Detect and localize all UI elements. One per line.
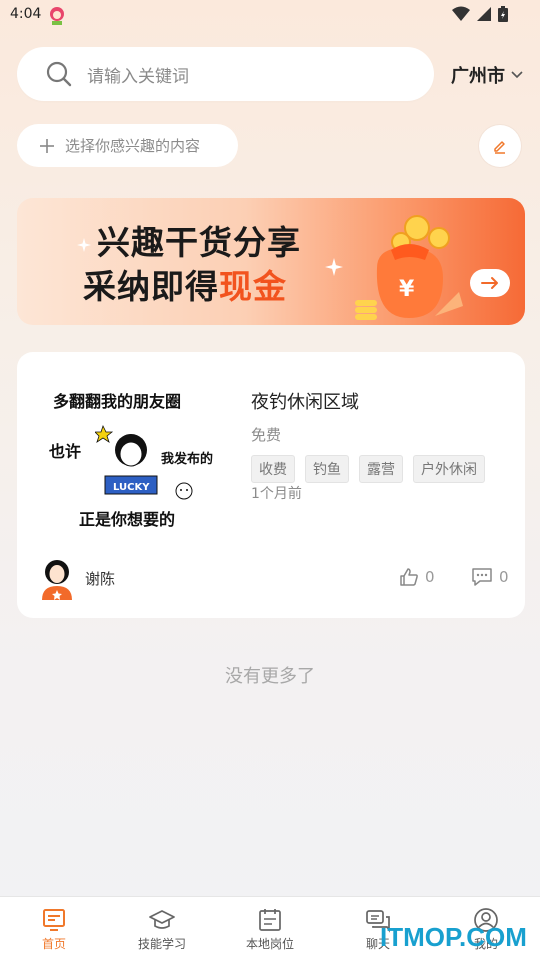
banner-subline-accent: 现金 [219, 267, 287, 306]
comment-icon [472, 568, 492, 586]
thumbnail-text-line2: 也许 [49, 442, 82, 461]
banner-subline: 采纳即得现金 [83, 260, 287, 308]
home-icon [43, 909, 65, 931]
cartoon-girl-icon: LUCKY [95, 424, 158, 495]
pencil-icon [494, 141, 505, 154]
sparkle-icon [77, 238, 91, 252]
arrow-right-icon [481, 277, 498, 289]
post-price: 免费 [251, 426, 282, 444]
app-notification-icon [50, 7, 64, 25]
author-name[interactable]: 谢陈 [85, 568, 115, 589]
comment-count: 0 [499, 568, 509, 586]
thumbnail-text-line4: 正是你想要的 [79, 510, 176, 529]
tab-home[interactable]: 首页 [0, 897, 108, 960]
wifi-icon [452, 6, 470, 21]
tag: 钓鱼 [305, 455, 349, 483]
tag: 收费 [251, 455, 295, 483]
tag: 户外休闲 [413, 455, 485, 483]
thumbs-up-icon [400, 568, 418, 586]
battery-icon [498, 6, 508, 22]
status-indicators [452, 6, 508, 22]
tab-label: 首页 [41, 937, 66, 951]
tab-local-jobs[interactable]: 本地岗位 [216, 897, 324, 960]
banner-subline-prefix: 采纳即得 [83, 267, 219, 306]
post-tags: 收费 钓鱼 露营 户外休闲 [251, 455, 485, 483]
tab-label: 技能学习 [137, 937, 186, 951]
plus-icon [40, 138, 54, 153]
banner-headline: 兴趣干货分享 [97, 223, 301, 262]
comment-button[interactable]: 0 [471, 567, 509, 587]
thumbnail-text-line3: 我发布的 [161, 452, 214, 467]
thumbnail-text-line1: 多翻翻我的朋友圈 [53, 392, 182, 411]
svg-text:¥: ¥ [399, 277, 415, 302]
status-time: 4:04 [10, 6, 42, 22]
graduation-cap-icon [149, 910, 175, 929]
post-card[interactable]: 多翻翻我的朋友圈 也许 LUCKY 我发布的 正是你想要的 夜钓休闲区域 免费 … [17, 352, 525, 618]
search-input[interactable]: 请输入关键词 [87, 62, 189, 87]
city-selector[interactable]: 广州市 [451, 62, 523, 88]
post-title[interactable]: 夜钓休闲区域 [251, 388, 359, 414]
post-thumbnail[interactable]: 多翻翻我的朋友圈 也许 LUCKY 我发布的 正是你想要的 [43, 380, 233, 530]
search-icon [46, 61, 72, 87]
no-more-text: 没有更多了 [225, 666, 315, 687]
signal-icon [477, 7, 491, 21]
choose-interest-button[interactable]: 选择你感兴趣的内容 [17, 124, 238, 167]
edit-interest-button[interactable] [479, 125, 521, 167]
post-time: 1个月前 [251, 486, 302, 502]
search-box[interactable]: 请输入关键词 [17, 47, 434, 101]
tab-skills[interactable]: 技能学习 [108, 897, 216, 960]
thumbnail-badge: LUCKY [113, 482, 150, 493]
calendar-icon [259, 909, 281, 931]
chevron-down-icon [511, 71, 523, 79]
status-bar: 4:04 [0, 0, 540, 32]
sparkle-icon [325, 258, 343, 276]
banner-go-button[interactable] [470, 269, 510, 297]
like-count: 0 [425, 568, 435, 586]
avatar[interactable] [38, 556, 76, 600]
tag: 露营 [359, 455, 403, 483]
watermark: ITMOP.COM [380, 922, 527, 952]
like-button[interactable]: 0 [399, 567, 435, 587]
tab-label: 本地岗位 [245, 937, 294, 951]
promo-banner[interactable]: 兴趣干货分享 采纳即得现金 ¥ [17, 198, 525, 325]
interest-label: 选择你感兴趣的内容 [65, 137, 201, 155]
city-label: 广州市 [451, 66, 505, 87]
money-bag-icon: ¥ [355, 215, 463, 320]
cartoon-face-icon [175, 482, 193, 500]
